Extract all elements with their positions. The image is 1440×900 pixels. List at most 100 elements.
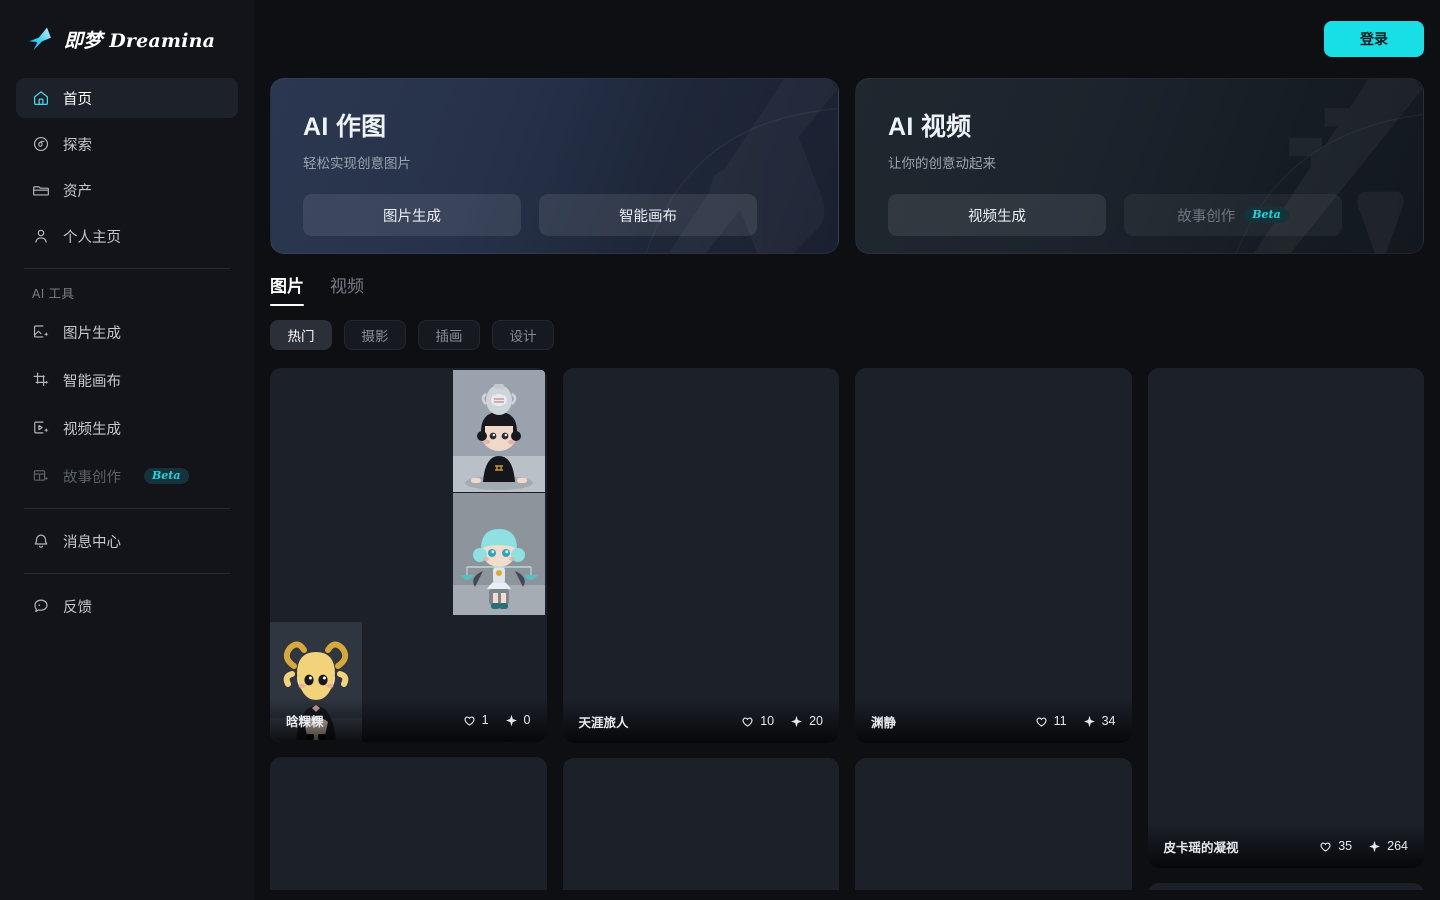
banner-button-label: 视频生成 <box>968 208 1026 225</box>
sidebar-item-label: 消息中心 <box>63 534 121 551</box>
feed-card[interactable]: 皮卡瑶的凝视 35 264 <box>1147 368 1425 868</box>
sidebar-item-label: 图片生成 <box>63 325 121 342</box>
feed-card[interactable]: 晗粿粿 1 0 <box>270 368 547 742</box>
chip-photography[interactable]: 摄影 <box>344 320 406 350</box>
feed-card[interactable]: 渊静 11 34 <box>855 368 1132 743</box>
feed-card[interactable] <box>562 758 840 890</box>
sidebar-divider-middle <box>24 508 230 509</box>
heart-icon <box>742 717 753 727</box>
like-count: 10 <box>760 714 775 728</box>
like-stat[interactable]: 1 <box>463 713 489 727</box>
user-icon <box>32 227 50 245</box>
topbar: 登录 <box>254 0 1440 78</box>
like-count: 1 <box>481 713 489 727</box>
beta-badge: Beta <box>144 468 189 484</box>
sidebar-item-messages[interactable]: 消息中心 <box>16 521 238 561</box>
sidebar-item-explore[interactable]: 探索 <box>16 124 238 164</box>
banner-title: AI 作图 <box>303 113 387 141</box>
sidebar-item-label: 反馈 <box>63 599 92 616</box>
feed-card[interactable]: 天涯旅人 10 20 <box>562 368 839 743</box>
main-content: 登录 AI 作图 轻松实现创意图片 图片生成 智能画布 AI 视频 让你的创意动… <box>254 0 1440 900</box>
sidebar-item-image-generate[interactable]: 图片生成 <box>16 312 238 352</box>
card-media <box>855 758 1132 890</box>
card-stats: 35 264 <box>1319 839 1408 853</box>
sidebar-item-feedback[interactable]: 反馈 <box>16 586 238 626</box>
banner-ai-video[interactable]: AI 视频 让你的创意动起来 视频生成 故事创作 Beta <box>855 78 1424 254</box>
card-title: 皮卡瑶的凝视 <box>1163 840 1239 855</box>
banner-subtitle: 轻松实现创意图片 <box>303 156 411 171</box>
sidebar-item-home[interactable]: 首页 <box>16 78 238 118</box>
feed-grid: 晗粿粿 1 0 天涯旅人 10 20 渊静 11 34 皮卡瑶的凝视 35 26… <box>254 350 1440 890</box>
feed-column: 皮卡瑶的凝视 35 264 <box>1147 368 1425 890</box>
like-stat[interactable]: 10 <box>741 714 774 728</box>
tab-videos[interactable]: 视频 <box>330 272 364 306</box>
sidebar-item-video-generate[interactable]: 视频生成 <box>16 408 238 448</box>
card-media <box>1148 368 1425 868</box>
banner-title: AI 视频 <box>888 113 972 141</box>
app-root: 即梦 Dreamina 首页 探索 资产 个人主页 AI 工具 图片生成 智能画… <box>0 0 1440 900</box>
banner-button-smart-canvas[interactable]: 智能画布 <box>539 194 757 236</box>
banner-button-video-generate[interactable]: 视频生成 <box>888 194 1106 236</box>
spark-stat[interactable]: 34 <box>1083 714 1116 728</box>
home-icon <box>32 89 50 107</box>
card-media <box>1148 883 1425 890</box>
bell-icon <box>32 532 50 550</box>
sidebar-divider-bottom <box>24 573 230 574</box>
sidebar-item-label: 视频生成 <box>63 421 121 438</box>
canvas-icon <box>32 371 50 389</box>
tab-images[interactable]: 图片 <box>270 272 304 306</box>
sidebar-item-smart-canvas[interactable]: 智能画布 <box>16 360 238 400</box>
card-stats: 11 34 <box>1035 714 1116 728</box>
banner-button-label: 智能画布 <box>619 208 677 225</box>
like-stat[interactable]: 35 <box>1319 839 1352 853</box>
chip-design[interactable]: 设计 <box>492 320 554 350</box>
card-media <box>270 368 547 742</box>
banner-button-story-creation[interactable]: 故事创作 Beta <box>1124 194 1342 236</box>
chat-icon <box>32 597 50 615</box>
banner-button-image-generate[interactable]: 图片生成 <box>303 194 521 236</box>
spark-stat[interactable]: 0 <box>505 713 531 727</box>
spark-count: 264 <box>1387 839 1408 853</box>
sparkle-icon <box>1369 840 1381 852</box>
sidebar-item-profile[interactable]: 个人主页 <box>16 216 238 256</box>
sparkle-icon <box>1083 715 1095 727</box>
chip-hot[interactable]: 热门 <box>270 320 332 350</box>
star-logo-icon <box>26 25 54 53</box>
feed-card[interactable] <box>855 758 1132 890</box>
card-footer: 渊静 11 34 <box>855 699 1132 743</box>
card-thumbnail-image <box>452 493 545 615</box>
like-count: 11 <box>1053 714 1067 728</box>
like-stat[interactable]: 11 <box>1035 714 1067 728</box>
card-title: 渊静 <box>871 715 897 730</box>
feed-column: 渊静 11 34 <box>855 368 1132 890</box>
beta-badge: Beta <box>1244 207 1289 223</box>
card-title: 晗粿粿 <box>286 714 324 729</box>
sidebar-primary-nav: 首页 探索 资产 个人主页 <box>16 78 238 256</box>
sidebar-section-tools-label: AI 工具 <box>32 287 75 301</box>
sidebar-item-label: 智能画布 <box>63 373 121 390</box>
sidebar-item-assets[interactable]: 资产 <box>16 170 238 210</box>
spark-count: 0 <box>523 713 531 727</box>
card-title: 天涯旅人 <box>578 715 629 730</box>
feed-column: 天涯旅人 10 20 <box>562 368 840 890</box>
spark-stat[interactable]: 20 <box>790 714 823 728</box>
card-media <box>563 758 840 890</box>
sidebar-tools-nav: 图片生成 智能画布 视频生成 故事创作 Beta <box>16 312 238 496</box>
feed-card[interactable] <box>270 757 547 890</box>
sidebar-item-story-creation[interactable]: 故事创作 Beta <box>16 456 238 496</box>
chip-illustration[interactable]: 插画 <box>418 320 480 350</box>
feed-card[interactable] <box>1147 883 1425 890</box>
spark-stat[interactable]: 264 <box>1368 839 1408 853</box>
sidebar-item-label: 首页 <box>63 91 92 108</box>
brand-name: 即梦 Dreamina <box>64 29 216 52</box>
card-footer: 天涯旅人 10 20 <box>562 699 839 743</box>
spark-count: 20 <box>809 714 823 728</box>
card-stats: 1 0 <box>463 713 531 727</box>
brand[interactable]: 即梦 Dreamina <box>16 0 238 78</box>
login-button[interactable]: 登录 <box>1324 21 1424 57</box>
banner-button-row: 视频生成 故事创作 Beta <box>888 194 1391 236</box>
sidebar-divider-top <box>24 268 230 269</box>
spark-count: 34 <box>1101 714 1116 728</box>
sidebar-item-label: 资产 <box>63 183 92 200</box>
banner-ai-image[interactable]: AI 作图 轻松实现创意图片 图片生成 智能画布 <box>270 78 839 254</box>
